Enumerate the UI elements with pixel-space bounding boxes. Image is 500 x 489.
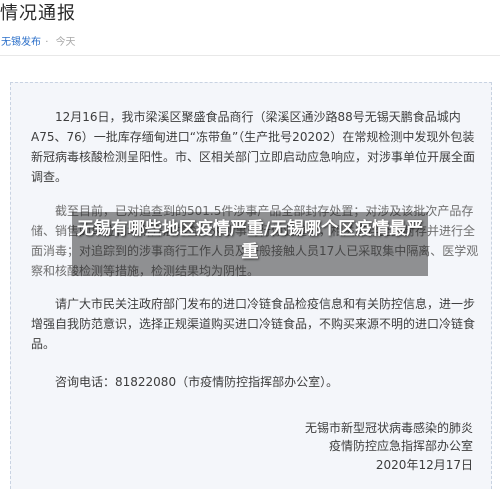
meta-separator: · <box>45 37 49 48</box>
headline-overlay-text: 无锡有哪些地区疫情严重/无锡哪个区疫情最严重 <box>76 219 424 262</box>
notice-box: 12月16日，我市梁溪区聚盛食品商行（梁溪区通沙路88号无锡天鹏食品城内A75、… <box>10 82 492 489</box>
publish-time: 今天 <box>55 37 76 48</box>
article-meta: 无锡发布 · 今天 <box>1 33 76 48</box>
header-divider <box>0 55 500 56</box>
signature-org-line2: 疫情防控应急指挥部办公室 <box>328 439 473 453</box>
hotline-text: 咨询电话：81822080（市疫情防控指挥部办公室）。 <box>55 375 339 389</box>
notice-paragraph-incident: 12月16日，我市梁溪区聚盛食品商行（梁溪区通沙路88号无锡天鹏食品城内A75、… <box>31 110 476 184</box>
notice-paragraph-advice: 请广大市民关注政府部门发布的进口冷链食品检疫信息和有关防控信息，进一步增强自我防… <box>31 297 476 351</box>
source-link[interactable]: 无锡发布 <box>1 37 41 48</box>
article-title: 情况通报 <box>0 3 76 24</box>
signature-org-line1: 无锡市新型冠状病毒感染的肺炎 <box>304 421 473 435</box>
signature-date: 2020年12月17日 <box>375 458 473 472</box>
